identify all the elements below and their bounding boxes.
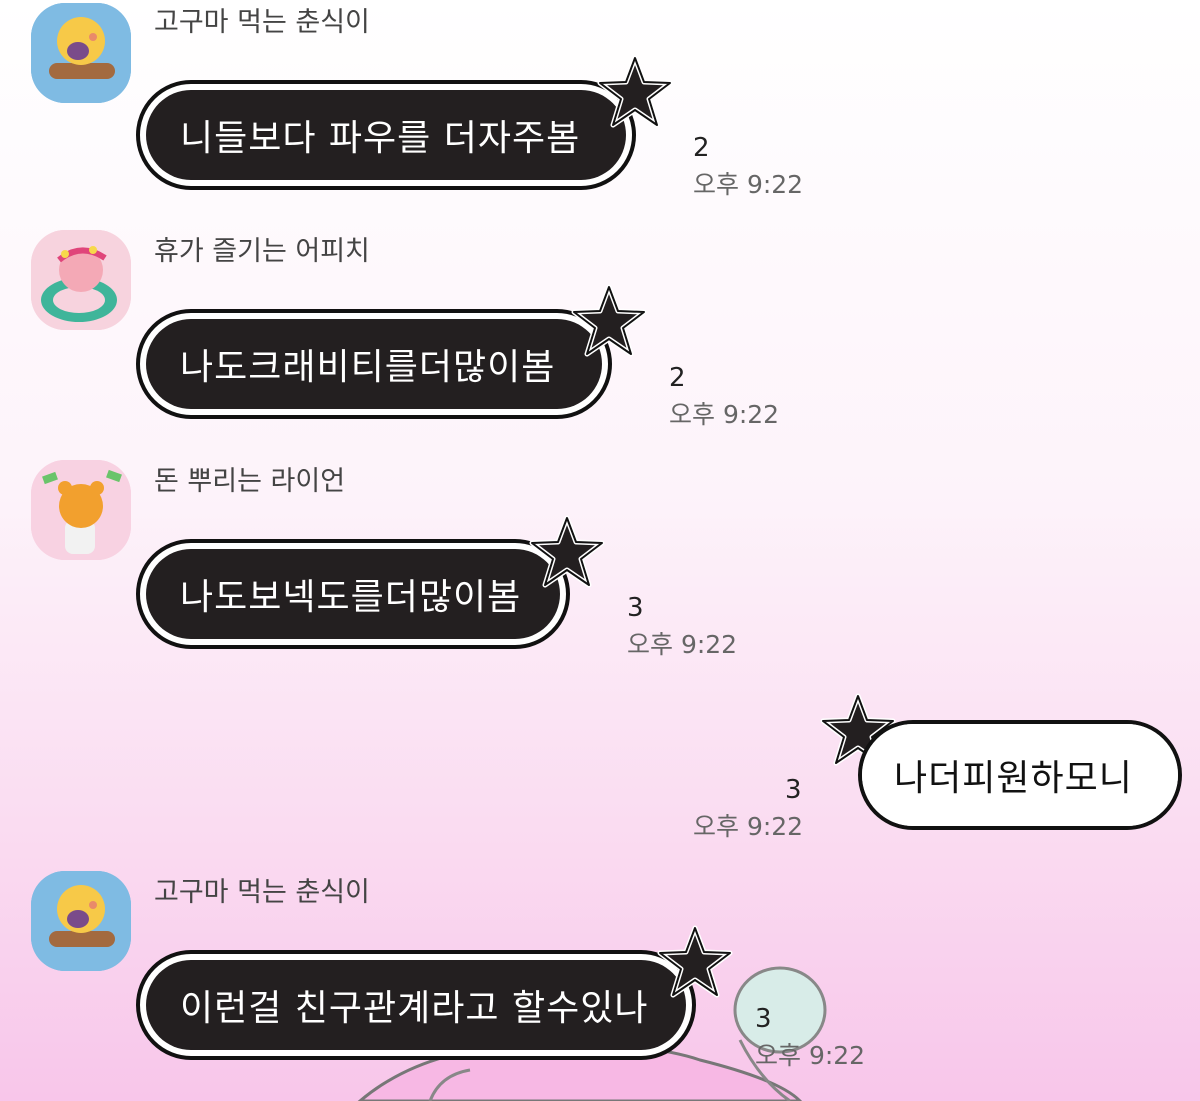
message-text: 나더피원하모니: [862, 724, 1178, 826]
unread-count: 3: [755, 1004, 772, 1034]
chat-room[interactable]: 고구마 먹는 춘식이 니들보다 파우를 더자주봄 2 오후 9:22 휴가 즐기…: [0, 0, 1200, 1101]
message-text: 나도크래비티를더많이봄: [146, 319, 602, 409]
message-bubble[interactable]: 나더피원하모니: [858, 720, 1182, 830]
sender-name: 고구마 먹는 춘식이: [154, 7, 370, 38]
message-bubble[interactable]: 나도크래비티를더많이봄: [136, 309, 612, 419]
star-icon: [597, 55, 673, 128]
chunsik-sweet-potato-avatar[interactable]: [31, 871, 131, 971]
unread-count: 2: [669, 363, 686, 393]
ryan-money-avatar[interactable]: [31, 460, 131, 560]
message-bubble[interactable]: 나도보넥도를더많이봄: [136, 539, 570, 649]
sender-name: 휴가 즐기는 어피치: [154, 236, 370, 267]
message-text: 이런걸 친구관계라고 할수있나: [146, 960, 686, 1050]
star-icon: [529, 515, 605, 588]
sender-name: 고구마 먹는 춘식이: [154, 877, 370, 908]
star-icon: [657, 925, 733, 998]
timestamp: 오후 9:22: [669, 400, 780, 429]
timestamp: 오후 9:22: [693, 170, 804, 199]
star-icon: [571, 284, 647, 357]
message-text: 니들보다 파우를 더자주봄: [146, 90, 626, 180]
apeach-vacation-avatar[interactable]: [31, 230, 131, 330]
message-text: 나도보넥도를더많이봄: [146, 549, 560, 639]
sender-name: 돈 뿌리는 라이언: [154, 466, 346, 497]
message-bubble[interactable]: 니들보다 파우를 더자주봄: [136, 80, 636, 190]
unread-count: 3: [627, 593, 644, 623]
unread-count: 2: [693, 133, 710, 163]
timestamp: 오후 9:22: [627, 630, 738, 659]
timestamp: 오후 9:22: [755, 1041, 866, 1070]
chunsik-sweet-potato-avatar[interactable]: [31, 3, 131, 103]
timestamp: 오후 9:22: [693, 812, 804, 841]
message-bubble[interactable]: 이런걸 친구관계라고 할수있나: [136, 950, 696, 1060]
unread-count: 3: [785, 775, 802, 805]
